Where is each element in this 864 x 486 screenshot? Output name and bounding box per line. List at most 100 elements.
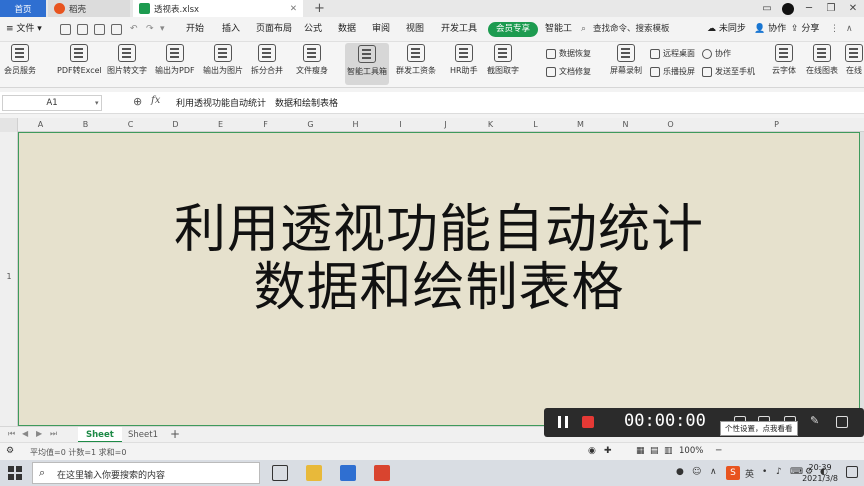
close-icon[interactable]: ✕: [290, 4, 297, 14]
menu-page-layout[interactable]: 页面布局: [256, 17, 292, 42]
menu-data[interactable]: 数据: [338, 17, 356, 42]
windows-start-icon[interactable]: [8, 466, 22, 480]
collab-small-button[interactable]: 协作: [702, 48, 731, 59]
sheet-tab-sheet1[interactable]: Sheet1: [120, 427, 166, 443]
prev-sheet-icon[interactable]: ◀: [22, 429, 28, 438]
magnifier-icon[interactable]: ⊕: [133, 95, 142, 108]
split-merge-button[interactable]: 拆分合并: [251, 44, 283, 76]
col-header-g[interactable]: G: [288, 118, 333, 132]
wps-app-icon[interactable]: [340, 465, 356, 481]
tray-status-icon[interactable]: ●: [676, 467, 684, 477]
sheet-tab-sheet[interactable]: Sheet: [78, 427, 122, 443]
data-recovery-button[interactable]: 数据恢复: [546, 48, 591, 59]
col-header-j[interactable]: J: [423, 118, 468, 132]
tray-dot-icon[interactable]: •: [762, 467, 767, 477]
payslip-button[interactable]: 群发工资条: [396, 44, 436, 76]
save-icon[interactable]: [77, 24, 88, 35]
more-icon[interactable]: ▾: [160, 17, 165, 42]
select-all-corner[interactable]: [0, 118, 18, 132]
export-pdf-button[interactable]: 输出为PDF: [155, 44, 195, 76]
close-window-icon[interactable]: ✕: [842, 3, 864, 14]
menu-smart-tools[interactable]: 智能工: [545, 17, 572, 42]
restore-icon[interactable]: ❐: [820, 3, 842, 14]
menu-review[interactable]: 审阅: [372, 17, 390, 42]
sogou-icon[interactable]: S: [726, 466, 740, 480]
more-options-icon[interactable]: ⋮: [830, 17, 839, 42]
col-header-e[interactable]: E: [198, 118, 243, 132]
tab-home[interactable]: 首页: [0, 0, 46, 17]
online-chart-button[interactable]: 在线图表: [806, 44, 838, 76]
pen-icon[interactable]: ✎: [810, 415, 822, 428]
vertical-scrollbar[interactable]: [860, 132, 864, 426]
command-search[interactable]: 查找命令、搜索模板: [593, 22, 689, 37]
file-explorer-icon[interactable]: [306, 465, 322, 481]
col-header-f[interactable]: F: [243, 118, 288, 132]
notification-icon[interactable]: [846, 466, 858, 478]
tray-keyboard-icon[interactable]: ⌨: [790, 467, 803, 477]
menu-developer[interactable]: 开发工具: [441, 17, 477, 42]
taskbar-clock[interactable]: 20:39 2021/3/8: [802, 462, 838, 484]
next-sheet-icon[interactable]: ▶: [36, 429, 42, 438]
online-more-button[interactable]: 在线: [845, 44, 863, 76]
fx-icon[interactable]: fx: [151, 95, 160, 106]
sync-status[interactable]: ☁ 未同步: [707, 17, 746, 42]
normal-view-icon[interactable]: ▦: [636, 446, 645, 456]
formula-input[interactable]: 利用透视功能自动统计 数据和绘制表格: [176, 96, 338, 109]
col-header-i[interactable]: I: [378, 118, 423, 132]
cloud-font-button[interactable]: 云字体: [772, 44, 796, 76]
merged-cell-a1[interactable]: 利用透视功能自动统计 数据和绘制表格 ✥: [18, 132, 860, 426]
screenshot-text-button[interactable]: 截图取字: [487, 44, 519, 76]
tab-file[interactable]: 透视表.xlsx ✕: [133, 0, 303, 17]
col-header-h[interactable]: H: [333, 118, 378, 132]
file-slim-button[interactable]: 文件瘦身: [296, 44, 328, 76]
redo-icon[interactable]: ↷: [146, 17, 154, 42]
collab-button[interactable]: 👤 协作: [754, 17, 786, 42]
tray-people-icon[interactable]: ☺: [692, 467, 701, 477]
image-to-text-button[interactable]: 图片转文字: [107, 44, 147, 76]
remote-desktop-button[interactable]: 远程桌面: [650, 48, 695, 59]
name-box[interactable]: A1: [2, 95, 102, 111]
col-header-b[interactable]: B: [63, 118, 108, 132]
open-icon[interactable]: [60, 24, 71, 35]
undo-icon[interactable]: ↶: [130, 17, 138, 42]
send-phone-button[interactable]: 发送至手机: [702, 66, 755, 77]
row-header-1[interactable]: 1: [0, 272, 18, 281]
pause-icon[interactable]: [558, 416, 568, 428]
last-sheet-icon[interactable]: ⏭: [50, 429, 57, 439]
task-view-icon[interactable]: [272, 465, 288, 481]
export-image-button[interactable]: 输出为图片: [203, 44, 243, 76]
menu-file[interactable]: ≡ 文件 ▾: [6, 17, 42, 42]
chevron-down-icon[interactable]: ▾: [95, 95, 99, 111]
recorder-app-icon[interactable]: [374, 465, 390, 481]
menu-formula[interactable]: 公式: [304, 17, 322, 42]
page-break-view-icon[interactable]: ▥: [664, 446, 673, 456]
screen-record-button[interactable]: 屏幕录制: [610, 44, 642, 76]
menu-view[interactable]: 视图: [406, 17, 424, 42]
col-header-d[interactable]: D: [153, 118, 198, 132]
doc-repair-button[interactable]: 文档修复: [546, 66, 591, 77]
zoom-out-icon[interactable]: ─: [716, 446, 721, 456]
zoom-level[interactable]: 100%: [679, 446, 703, 456]
avatar[interactable]: [782, 2, 794, 15]
col-header-k[interactable]: K: [468, 118, 513, 132]
add-sheet-button[interactable]: +: [170, 427, 180, 442]
macro-icon[interactable]: ⚙: [6, 446, 14, 456]
print-icon[interactable]: [94, 24, 105, 35]
taskbar-search[interactable]: ⌕ 在这里输入你要搜索的内容: [32, 462, 260, 484]
cast-button[interactable]: 乐播投屏: [650, 66, 695, 77]
search-icon[interactable]: ⌕: [581, 17, 586, 42]
col-header-c[interactable]: C: [108, 118, 153, 132]
tray-expand-icon[interactable]: ∧: [710, 467, 717, 477]
col-header-a[interactable]: A: [18, 118, 63, 132]
view-mode-icon[interactable]: ✚: [604, 446, 612, 456]
col-header-m[interactable]: M: [558, 118, 603, 132]
minimize-icon[interactable]: ─: [798, 3, 820, 14]
eye-protect-icon[interactable]: ◉: [588, 446, 596, 456]
print-preview-icon[interactable]: [111, 24, 122, 35]
hr-assistant-button[interactable]: HR助手: [450, 44, 478, 76]
pdf-to-excel-button[interactable]: PDF转Excel: [57, 44, 102, 76]
col-header-p[interactable]: P: [693, 118, 860, 132]
smart-toolbox-button[interactable]: 智能工具箱: [345, 43, 389, 85]
tab-docer[interactable]: 稻壳: [48, 0, 130, 17]
page-count-icon[interactable]: ▭: [756, 3, 778, 14]
